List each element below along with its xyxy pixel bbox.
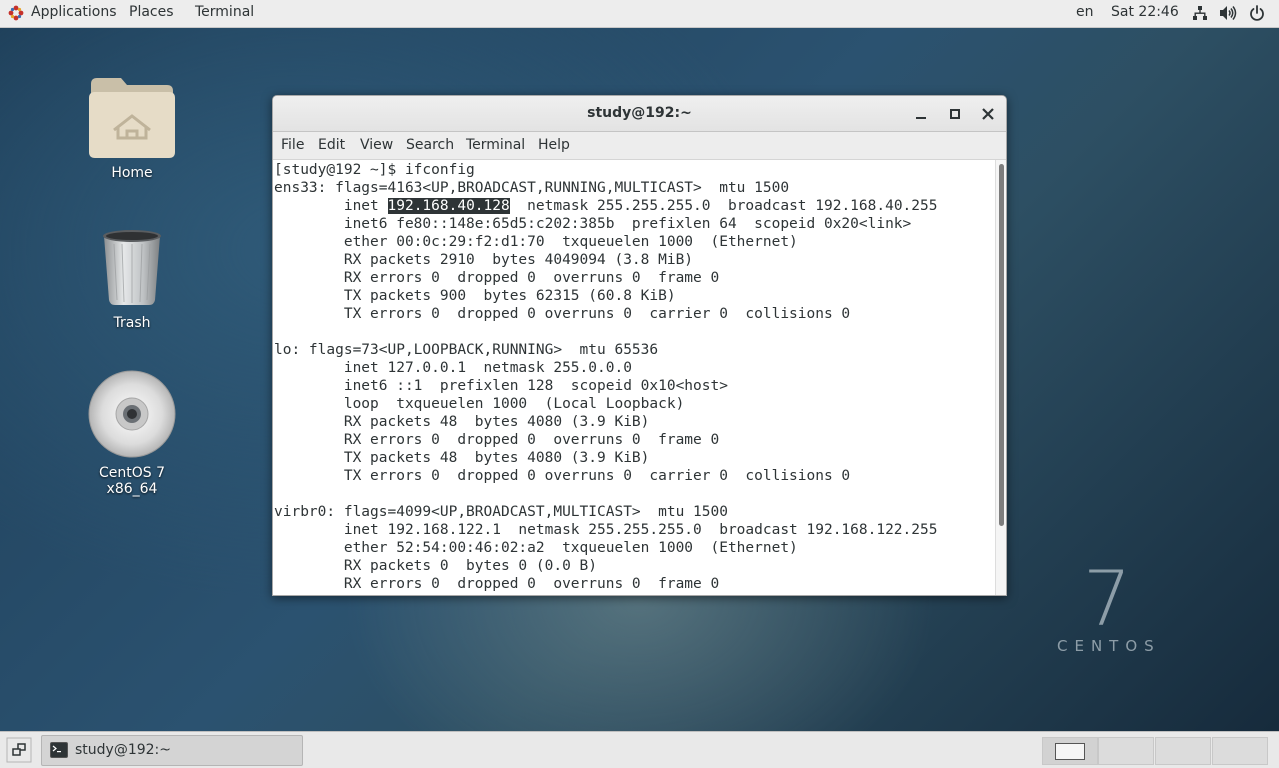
bottom-panel: study@192:~ — [0, 731, 1279, 768]
centos-logo-number: 7 — [1083, 554, 1132, 643]
show-desktop-icon[interactable] — [6, 737, 32, 763]
desktop-icon-trash[interactable]: Trash — [72, 228, 192, 336]
term-line: lo: flags=73<UP,LOOPBACK,RUNNING> mtu 65… — [274, 342, 659, 358]
menu-search[interactable]: Search — [406, 137, 454, 153]
term-line: ether 00:0c:29:f2:d1:70 txqueuelen 1000 … — [274, 234, 798, 250]
workspace-2[interactable] — [1098, 737, 1154, 765]
home-folder-icon — [89, 78, 175, 158]
applications-menu[interactable]: Applications — [31, 4, 117, 20]
network-icon[interactable] — [1192, 5, 1208, 21]
menu-terminal[interactable]: Terminal — [466, 137, 525, 153]
term-line: virbr0: flags=4099<UP,BROADCAST,MULTICAS… — [274, 504, 728, 520]
term-line: RX packets 48 bytes 4080 (3.9 KiB) — [274, 414, 650, 430]
cd-disc-icon — [88, 370, 176, 458]
terminal-output[interactable]: [study@192 ~]$ ifconfig ens33: flags=416… — [273, 160, 995, 595]
term-line: ether 52:54:00:46:02:a2 txqueuelen 1000 … — [274, 540, 798, 556]
term-line: RX packets 2910 bytes 4049094 (3.8 MiB) — [274, 252, 694, 268]
term-line: inet 127.0.0.1 netmask 255.0.0.0 — [274, 360, 632, 376]
term-line: inet6 fe80::148e:65d5:c202:385b prefixle… — [274, 216, 912, 232]
workspace-window-thumb — [1055, 743, 1085, 760]
term-line: RX errors 0 dropped 0 overruns 0 frame 0 — [274, 576, 720, 592]
taskbar-item-label: study@192:~ — [75, 742, 171, 758]
places-menu[interactable]: Places — [129, 4, 174, 20]
menu-view[interactable]: View — [360, 137, 393, 153]
term-line: RX errors 0 dropped 0 overruns 0 frame 0 — [274, 270, 720, 286]
workspace-4[interactable] — [1212, 737, 1268, 765]
term-line: loop txqueuelen 1000 (Local Loopback) — [274, 396, 685, 412]
desktop-icon-label: Trash — [113, 315, 151, 331]
term-line: inet — [274, 198, 388, 214]
taskbar-item-terminal[interactable]: study@192:~ — [41, 735, 303, 766]
volume-icon[interactable] — [1219, 5, 1237, 21]
menu-edit[interactable]: Edit — [318, 137, 345, 153]
maximize-icon[interactable] — [943, 102, 967, 126]
term-line: RX packets 0 bytes 0 (0.0 B) — [274, 558, 598, 574]
language-indicator[interactable]: en — [1076, 4, 1094, 20]
terminal-icon — [50, 742, 68, 758]
term-line: TX packets 900 bytes 62315 (60.8 KiB) — [274, 288, 676, 304]
trash-icon — [103, 230, 161, 305]
workspace-1[interactable] — [1042, 737, 1098, 765]
terminal-menubar: File Edit View Search Terminal Help — [273, 132, 1006, 160]
term-line: inet6 ::1 prefixlen 128 scopeid 0x10<hos… — [274, 378, 728, 394]
clock[interactable]: Sat 22:46 — [1111, 4, 1179, 20]
minimize-icon[interactable] — [909, 102, 933, 126]
selected-ip-text[interactable]: 192.168.40.128 — [387, 198, 510, 214]
term-line: [study@192 ~]$ ifconfig — [274, 162, 475, 178]
workspace-3[interactable] — [1155, 737, 1211, 765]
desktop-icon-label: Home — [111, 165, 153, 181]
centos-logo-wordmark: CENTOS — [1057, 637, 1161, 655]
scrollbar-thumb[interactable] — [999, 164, 1004, 526]
window-title: study@192:~ — [587, 105, 692, 121]
desktop-icon-label: CentOS 7 x86_64 — [98, 465, 165, 497]
close-icon[interactable] — [976, 102, 1000, 126]
window-titlebar[interactable]: study@192:~ — [273, 96, 1006, 132]
top-panel: Applications Places Terminal en Sat 22:4… — [0, 0, 1279, 28]
term-line: netmask 255.255.255.0 broadcast 192.168.… — [509, 198, 938, 214]
term-line: RX errors 0 dropped 0 overruns 0 frame 0 — [274, 432, 720, 448]
term-line: inet 192.168.122.1 netmask 255.255.255.0… — [274, 522, 938, 538]
terminal-scrollbar[interactable] — [995, 160, 1006, 595]
term-line: ens33: flags=4163<UP,BROADCAST,RUNNING,M… — [274, 180, 790, 196]
applications-icon — [8, 5, 24, 21]
power-icon[interactable] — [1249, 5, 1265, 21]
term-line: TX errors 0 dropped 0 overruns 0 carrier… — [274, 468, 851, 484]
term-line: TX errors 0 dropped 0 overruns 0 carrier… — [274, 306, 851, 322]
term-line: TX packets 48 bytes 4080 (3.9 KiB) — [274, 450, 650, 466]
desktop-icon-cdrom[interactable]: CentOS 7 x86_64 — [72, 370, 192, 497]
menu-file[interactable]: File — [281, 137, 304, 153]
terminal-window[interactable]: study@192:~ File Edit View Search Termin… — [272, 95, 1007, 596]
terminal-app-menu[interactable]: Terminal — [195, 4, 254, 20]
menu-help[interactable]: Help — [538, 137, 570, 153]
desktop-icon-home[interactable]: Home — [72, 72, 192, 182]
